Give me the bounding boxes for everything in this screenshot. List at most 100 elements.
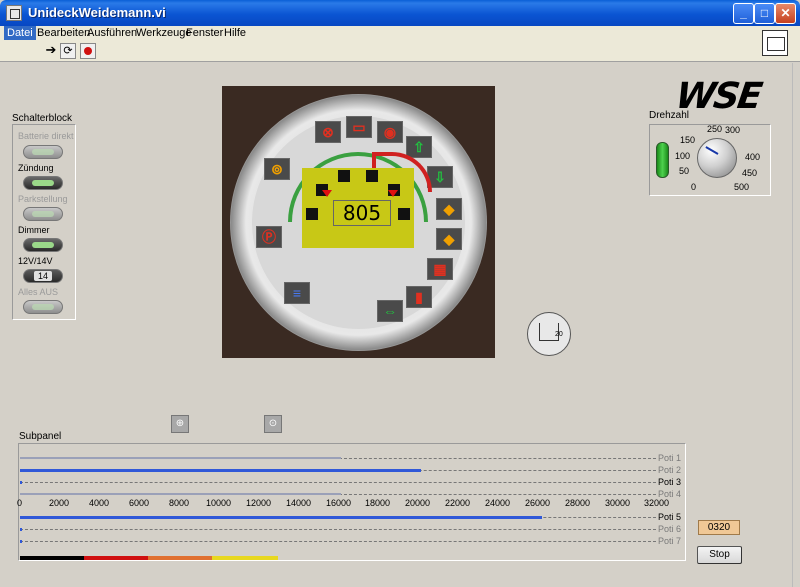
tick-250: 250 (707, 124, 723, 134)
poti-slider-7[interactable] (20, 538, 656, 546)
preheat-icon: ⊚ (264, 158, 290, 180)
rabbit-icon: ◆ (436, 228, 462, 250)
vertical-scrollbar[interactable] (792, 63, 800, 587)
stop-button[interactable]: Stop (697, 546, 742, 564)
slider-fill (20, 516, 542, 519)
drehzahl-led[interactable] (656, 142, 669, 178)
poti-slider-2[interactable] (20, 467, 656, 475)
window-title: UnideckWeidemann.vi (28, 5, 166, 20)
switch-label-dimmer: Dimmer (18, 225, 50, 235)
menu-datei[interactable]: Datei (4, 26, 36, 40)
poti-label-5: Poti 5 (658, 512, 682, 522)
axis-label: 28000 (565, 498, 591, 508)
arrow-up-icon: ⇧ (406, 136, 432, 158)
parking-brake-icon: Ⓟ (256, 226, 282, 248)
poti-slider-5[interactable] (20, 514, 656, 522)
right-marker (388, 190, 398, 197)
color-bar-black (20, 556, 84, 560)
axis-label: 20000 (405, 498, 431, 508)
switch-12v-14v[interactable]: 14 (23, 269, 63, 283)
axis-label: 26000 (525, 498, 551, 508)
slider-fill (20, 493, 341, 495)
title-bar: UnideckWeidemann.vi _ □ ✕ (0, 0, 800, 26)
headlight-icon: ≡ (284, 282, 310, 304)
poti-label-2: Poti 2 (658, 465, 682, 475)
color-bar-orange (148, 556, 212, 560)
menu-hilfe[interactable]: Hilfe (221, 26, 249, 40)
segment (306, 208, 318, 220)
poti-slider-6[interactable] (20, 526, 656, 534)
axis-label: 14000 (286, 498, 312, 508)
axis-label: 18000 (365, 498, 391, 508)
color-bar-yellow (212, 556, 278, 560)
switch-zuendung[interactable] (23, 176, 63, 190)
fuel-warning-icon: ▮ (406, 286, 432, 308)
run-arrow-icon[interactable]: ➔ (43, 43, 59, 59)
axis-label: 8000 (169, 498, 190, 508)
segment (366, 170, 378, 182)
drehzahl-label: Drehzahl (649, 110, 690, 121)
turn-signal-icon: ⇔ (377, 300, 403, 322)
switch-alles-aus[interactable] (23, 300, 63, 314)
menu-fenster[interactable]: Fenster (183, 26, 226, 40)
axis-label: 12000 (246, 498, 272, 508)
close-button[interactable]: ✕ (775, 3, 796, 24)
poti-slider-1[interactable] (20, 455, 656, 463)
subpanel-label: Subpanel (19, 431, 62, 442)
minimize-button[interactable]: _ (733, 3, 754, 24)
tick-400: 400 (745, 152, 761, 162)
small-gauge: 20 (527, 312, 571, 356)
vi-window-icon[interactable] (6, 5, 22, 21)
oil-warning-icon: ⊗ (315, 121, 341, 143)
tick-100: 100 (675, 151, 691, 161)
drehzahl-knob[interactable] (697, 138, 737, 178)
switch-batterie-direkt[interactable] (23, 145, 63, 159)
maximize-button[interactable]: □ (754, 3, 775, 24)
filter-warning-icon: ▦ (427, 258, 453, 280)
slider-fill (20, 481, 22, 484)
segment (338, 170, 350, 182)
vi-connector-icon[interactable] (762, 30, 788, 56)
menu-ausfuehren[interactable]: Ausführen (84, 26, 140, 40)
tick-150: 150 (680, 135, 696, 145)
axis-label: 2000 (49, 498, 70, 508)
schalterblock-label: Schalterblock (12, 113, 73, 124)
axis-label: 6000 (129, 498, 150, 508)
turtle-icon: ◆ (436, 198, 462, 220)
poti-label-7: Poti 7 (658, 536, 682, 546)
axis-label: 24000 (485, 498, 511, 508)
switch-parkstellung[interactable] (23, 207, 63, 221)
switch-dimmer[interactable] (23, 238, 63, 252)
status-value-display: 0320 (698, 520, 740, 535)
battery-warning-icon: ▭ (346, 116, 372, 138)
slider-track (20, 482, 656, 483)
rpm-display: 805 (333, 200, 391, 226)
poti-label-6: Poti 6 (658, 524, 682, 534)
switch-label-alles-aus: Alles AUS (18, 287, 59, 297)
run-continuously-icon[interactable]: ⟳ (60, 43, 76, 59)
toolbar: ➔ ⟳ (0, 40, 800, 62)
slider-track (20, 541, 656, 542)
poti-label-1: Poti 1 (658, 453, 682, 463)
axis-label: 16000 (326, 498, 352, 508)
axis-label: 4000 (89, 498, 110, 508)
temperature-warning-icon: ◉ (377, 121, 403, 143)
poti-label-3: Poti 3 (658, 477, 682, 487)
axis-label: 0 (17, 498, 23, 508)
slider-track (20, 529, 656, 530)
axis-label: 22000 (445, 498, 471, 508)
switch-label-batterie: Batterie direkt (18, 131, 74, 141)
abort-icon[interactable] (80, 43, 96, 59)
left-marker (322, 190, 332, 197)
subvi-icon[interactable]: ⊕ (171, 415, 189, 433)
switch-label-parkstellung: Parkstellung (18, 194, 68, 204)
property-icon[interactable]: ⊙ (264, 415, 282, 433)
schalterblock-group: Batterie direkt Zündung Parkstellung Dim… (12, 124, 76, 320)
switch-12v-14v-value: 14 (33, 271, 52, 281)
slider-fill (20, 469, 421, 472)
slider-fill (20, 528, 22, 531)
dashboard-gauge: ⊗ ▭ ◉ ⇧ ⇩ ◆ ◆ ▦ ▮ ⇔ ≡ Ⓟ ⊚ 805 (222, 86, 495, 358)
tick-500: 500 (734, 182, 750, 192)
poti-slider-3[interactable] (20, 479, 656, 487)
switch-label-12v-14v: 12V/14V (18, 256, 53, 266)
